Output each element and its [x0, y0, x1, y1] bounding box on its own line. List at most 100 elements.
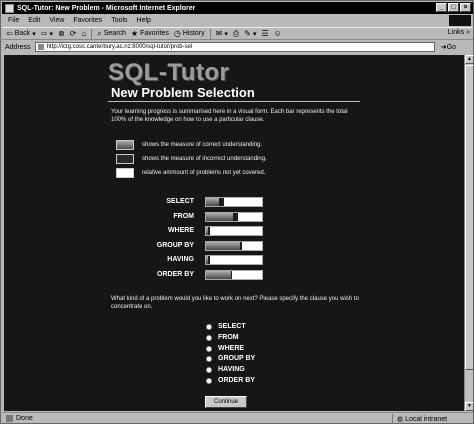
- progress-segment-notcovered: [238, 213, 262, 221]
- refresh-button[interactable]: ⟳: [70, 29, 77, 38]
- clause-option[interactable]: FROM: [206, 334, 239, 341]
- toolbar-separator: [91, 28, 93, 39]
- go-button[interactable]: ➜Go: [441, 43, 456, 51]
- maximize-button[interactable]: □: [448, 3, 459, 12]
- favorites-label: Favorites: [140, 30, 169, 37]
- stop-icon: ⊗: [58, 29, 65, 38]
- page-done-icon: [6, 415, 13, 422]
- dropdown-icon: ▾: [224, 30, 228, 38]
- forward-button[interactable]: ⇨ ▾: [41, 29, 53, 38]
- home-button[interactable]: ⌂: [81, 29, 86, 38]
- progress-label: SELECT: [166, 198, 194, 205]
- print-icon: ⎙: [232, 28, 240, 38]
- address-url: http://ictg.cosc.canterbury.ac.nz:8000/s…: [46, 44, 193, 50]
- mail-button[interactable]: ✉ ▾: [216, 29, 228, 38]
- progress-segment-notcovered: [231, 271, 262, 279]
- intro-text: Your learning progress is summarised her…: [111, 109, 348, 123]
- progress-label: WHERE: [167, 227, 194, 234]
- clause-option[interactable]: GROUP BY: [206, 355, 255, 362]
- vertical-scrollbar[interactable]: ▲ ▼: [464, 55, 474, 411]
- refresh-icon: ⟳: [69, 29, 77, 38]
- mail-icon: ✉: [215, 29, 223, 38]
- minimize-button[interactable]: _: [436, 3, 447, 12]
- radio-button[interactable]: [206, 345, 212, 352]
- legend-swatch-correct: [116, 140, 134, 150]
- clause-option[interactable]: WHERE: [206, 345, 244, 352]
- menu-help[interactable]: Help: [137, 17, 151, 24]
- legend-swatch-notcovered: [116, 168, 134, 178]
- chevron-right-icon: »: [466, 29, 470, 36]
- option-label: WHERE: [218, 345, 245, 352]
- discuss-button[interactable]: ☰: [262, 29, 269, 38]
- back-label: Back: [14, 30, 31, 37]
- browser-window: SQL-Tutor: New Problem - Microsoft Inter…: [0, 0, 474, 424]
- menu-favorites[interactable]: Favorites: [73, 17, 102, 24]
- zone-label: Local intranet: [405, 415, 448, 423]
- dropdown-icon: ▾: [49, 30, 53, 38]
- progress-bar: [205, 270, 263, 280]
- progress-segment-notcovered: [223, 198, 262, 206]
- progress-bar: [205, 255, 263, 265]
- progress-label: GROUP BY: [156, 242, 194, 249]
- clause-option[interactable]: SELECT: [206, 323, 246, 330]
- scroll-up-icon[interactable]: ▲: [465, 55, 474, 64]
- question-text: What kind of a problem would you like to…: [111, 296, 359, 310]
- legend-swatch-incorrect: [116, 154, 134, 164]
- edit-icon: ✎: [244, 29, 251, 38]
- close-button[interactable]: ×: [460, 3, 471, 12]
- progress-bar: [205, 212, 263, 222]
- discuss-icon: ☰: [261, 29, 269, 38]
- address-input[interactable]: http://ictg.cosc.canterbury.ac.nz:8000/s…: [34, 42, 435, 52]
- option-label: FROM: [218, 334, 239, 341]
- print-button[interactable]: ⎙: [233, 29, 239, 39]
- continue-button[interactable]: Continue: [205, 396, 247, 408]
- dropdown-icon: ▾: [32, 30, 36, 38]
- status-text: Done: [16, 415, 33, 422]
- radio-button[interactable]: [206, 355, 212, 362]
- history-label: History: [182, 30, 205, 37]
- search-button[interactable]: ⌕ Search: [97, 29, 126, 39]
- radio-button[interactable]: [206, 323, 212, 330]
- menu-file[interactable]: File: [8, 17, 19, 24]
- legend-notcovered: relative ammount of problems not yet cov…: [116, 168, 265, 178]
- windows-logo-icon: [449, 15, 471, 26]
- menu-bar: File Edit View Favorites Tools Help: [2, 15, 473, 26]
- favorites-icon: ★: [130, 29, 139, 38]
- links-label: Links: [447, 29, 465, 36]
- progress-label: ORDER BY: [157, 271, 194, 278]
- edit-button[interactable]: ✎ ▾: [244, 29, 256, 38]
- history-button[interactable]: ◷ History: [174, 29, 205, 38]
- progress-label: HAVING: [167, 256, 194, 263]
- menu-tools[interactable]: Tools: [111, 17, 127, 24]
- back-button[interactable]: ⇦ Back ▾: [6, 29, 36, 38]
- status-bar: Done ◍ Local intranet: [2, 412, 473, 424]
- progress-segment-notcovered: [209, 227, 262, 235]
- clause-option[interactable]: ORDER BY: [206, 377, 255, 384]
- title-bar[interactable]: SQL-Tutor: New Problem - Microsoft Inter…: [2, 2, 473, 14]
- messenger-button[interactable]: ☺: [274, 29, 282, 38]
- stop-button[interactable]: ⊗: [58, 29, 65, 38]
- scroll-thumb[interactable]: [465, 65, 474, 370]
- security-zone: ◍ Local intranet: [392, 414, 447, 424]
- scroll-down-icon[interactable]: ▼: [465, 402, 474, 411]
- radio-button[interactable]: [206, 334, 212, 341]
- option-label: SELECT: [218, 323, 246, 330]
- option-label: HAVING: [218, 366, 245, 373]
- links-button[interactable]: Links »: [448, 29, 470, 36]
- progress-segment-correct: [206, 271, 231, 279]
- clause-option[interactable]: HAVING: [206, 366, 245, 373]
- option-label: GROUP BY: [218, 355, 256, 362]
- radio-button[interactable]: [206, 377, 212, 384]
- page-title: New Problem Selection: [111, 85, 255, 100]
- legend-text: shows the measure of incorrect understan…: [142, 156, 267, 162]
- progress-segment-notcovered: [242, 242, 262, 250]
- forward-arrow-icon: ⇨: [40, 29, 48, 38]
- favorites-button[interactable]: ★ Favorites: [131, 29, 169, 38]
- menu-view[interactable]: View: [49, 17, 64, 24]
- menu-edit[interactable]: Edit: [28, 17, 40, 24]
- address-bar: Address http://ictg.cosc.canterbury.ac.n…: [2, 41, 473, 53]
- option-label: ORDER BY: [218, 377, 255, 384]
- back-arrow-icon: ⇦: [6, 29, 13, 38]
- radio-button[interactable]: [206, 366, 212, 373]
- sql-tutor-logo: SQL-Tutor: [108, 59, 230, 86]
